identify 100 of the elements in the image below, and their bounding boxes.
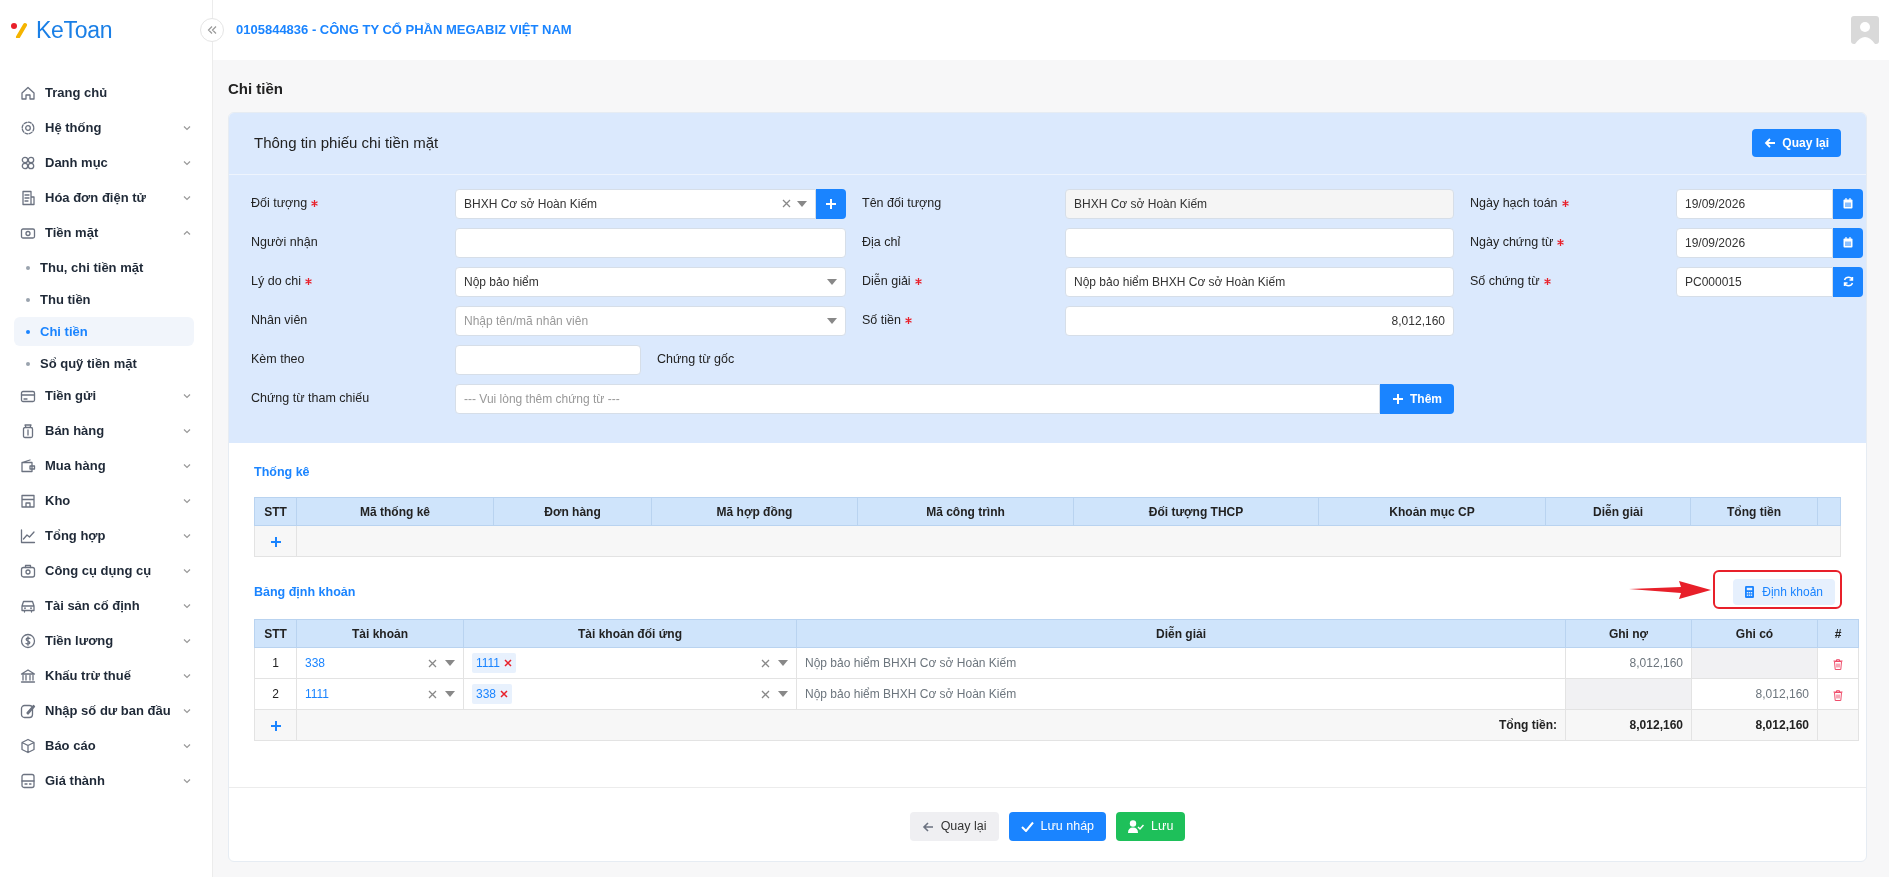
table-cell: 1 <box>254 647 297 679</box>
caret-down-icon <box>445 660 455 667</box>
back-button[interactable]: Quay lại <box>1752 129 1841 157</box>
sidebar-item[interactable]: Khấu trừ thuế <box>14 661 198 690</box>
select-field[interactable]: BHXH Cơ sở Hoàn Kiếm <box>455 188 816 219</box>
calendar-button[interactable] <box>1833 227 1863 258</box>
sidebar-item[interactable]: Tiền lương <box>14 626 198 655</box>
back-button[interactable]: Quay lại <box>909 812 999 842</box>
column-header: Khoản mục CP <box>1318 497 1546 526</box>
dollar-icon <box>20 632 36 649</box>
caret-down-icon <box>778 660 788 667</box>
caret-down-icon <box>778 691 788 698</box>
save-draft-button[interactable]: Lưu nháp <box>1008 812 1107 842</box>
input-field[interactable]: Nộp bảo hiểm BHXH Cơ sở Hoàn Kiếm <box>1065 266 1454 297</box>
add-row-icon[interactable] <box>269 720 282 733</box>
column-header: Mã công trình <box>857 497 1074 526</box>
table-cell: 8,012,160 <box>1691 678 1818 710</box>
column-header: Tổng tiền <box>1690 497 1818 526</box>
sidebar-subitem[interactable]: Thu, chi tiền mặt <box>14 253 194 282</box>
sidebar-item[interactable]: Hệ thống <box>14 113 198 142</box>
sidebar-item[interactable]: Danh mục <box>14 148 198 177</box>
sidebar-item[interactable]: Báo cáo <box>14 731 198 760</box>
column-header: Đơn hàng <box>493 497 652 526</box>
input-field[interactable]: 19/09/2026 <box>1676 227 1833 258</box>
caret-down-icon <box>445 691 455 698</box>
sidebar-item[interactable]: Công cụ dụng cụ <box>14 556 198 585</box>
column-header: Tài khoản đối ứng <box>463 619 797 648</box>
collapse-button[interactable] <box>200 18 224 42</box>
field-label: Tên đối tượng <box>862 195 942 213</box>
clear-icon <box>428 689 437 699</box>
sidebar-subitem[interactable]: Thu tiền <box>14 285 194 314</box>
input-field[interactable] <box>455 227 846 258</box>
sidebar-item[interactable]: Hóa đơn điện tử <box>14 183 198 212</box>
delete-icon[interactable] <box>1833 658 1843 670</box>
total-label: Tổng tiền: <box>296 709 1566 741</box>
sidebar-item[interactable]: Tổng hợp <box>14 521 198 550</box>
account-tag: 338 <box>472 684 513 705</box>
section-title: Thống kê <box>254 463 311 481</box>
calendar-icon <box>1843 198 1853 209</box>
input-field[interactable] <box>455 344 641 375</box>
required-mark <box>1561 200 1569 207</box>
sidebar-item[interactable]: Kho <box>14 486 198 515</box>
required-mark <box>904 317 912 324</box>
chart-icon <box>20 527 36 544</box>
chevrons-left-icon <box>207 25 217 35</box>
input-field[interactable]: PC000015 <box>1676 266 1833 297</box>
required-mark <box>311 200 319 207</box>
plus-icon <box>1392 392 1404 405</box>
input-field[interactable]: 19/09/2026 <box>1676 188 1833 219</box>
sidebar-subitem[interactable]: Sổ quỹ tiền mặt <box>14 349 194 378</box>
input-field[interactable]: BHXH Cơ sở Hoàn Kiếm <box>1065 188 1454 219</box>
total-value: 8,012,160 <box>1565 709 1692 741</box>
arrow-left-icon <box>1764 137 1777 149</box>
sidebar-item[interactable]: Trang chủ <box>14 78 198 107</box>
receipt-icon <box>20 189 36 206</box>
calendar-button[interactable] <box>1833 188 1863 219</box>
edit-icon <box>20 702 36 719</box>
field-label: Kèm theo <box>251 351 305 369</box>
add-row-icon[interactable] <box>269 536 282 549</box>
field-label: Ngày hạch toán <box>1470 195 1558 213</box>
sidebar-item[interactable]: Tiền gửi <box>14 381 198 410</box>
input-field[interactable] <box>1065 227 1454 258</box>
column-header: STT <box>254 497 297 526</box>
column-header: Ghi nợ <box>1565 619 1692 648</box>
delete-icon[interactable] <box>1833 689 1843 701</box>
required-mark <box>1543 278 1551 285</box>
column-header: Tài khoản <box>296 619 464 648</box>
add-button[interactable] <box>816 188 846 219</box>
remove-icon[interactable] <box>500 690 509 699</box>
sidebar-item[interactable]: Bán hàng <box>14 416 198 445</box>
box-icon <box>20 737 36 754</box>
field-label: Lý do chi <box>251 273 302 291</box>
calculator-icon <box>20 772 36 789</box>
account-tag: 1111 <box>472 653 517 674</box>
calculator-icon <box>1745 586 1755 599</box>
bank-icon <box>20 667 36 684</box>
select-field[interactable]: Nộp bảo hiểm <box>455 266 846 297</box>
sidebar-item[interactable]: Nhập số dư ban đầu <box>14 696 198 725</box>
caret-down-icon <box>827 278 837 285</box>
column-header: STT <box>254 619 297 648</box>
caret-down-icon <box>827 317 837 324</box>
field-label: Đối tượng <box>251 195 308 213</box>
sidebar-item[interactable]: Mua hàng <box>14 451 198 480</box>
caret-down-icon <box>797 200 807 207</box>
sidebar-item[interactable]: Giá thành <box>14 766 198 795</box>
table-cell: 2 <box>254 678 297 710</box>
home-icon <box>20 84 36 101</box>
sidebar-item[interactable]: Tài sản cố định <box>14 591 198 620</box>
sidebar-item[interactable]: Tiền mặt <box>14 218 198 247</box>
column-header: Diễn giải <box>1545 497 1691 526</box>
refresh-button[interactable] <box>1833 266 1863 297</box>
arrow-left-icon <box>921 820 934 833</box>
clear-icon <box>761 658 770 668</box>
table-cell: Nộp bảo hiểm BHXH Cơ sở Hoàn Kiếm <box>796 678 1566 710</box>
user-check-icon <box>1128 820 1145 834</box>
add-button[interactable]: Thêm <box>1380 383 1454 414</box>
field-label: Diễn giải <box>862 272 911 291</box>
remove-icon[interactable] <box>504 659 513 668</box>
table-cell: Nộp bảo hiểm BHXH Cơ sở Hoàn Kiếm <box>796 647 1566 679</box>
input-field[interactable]: 8,012,160 <box>1065 305 1454 336</box>
